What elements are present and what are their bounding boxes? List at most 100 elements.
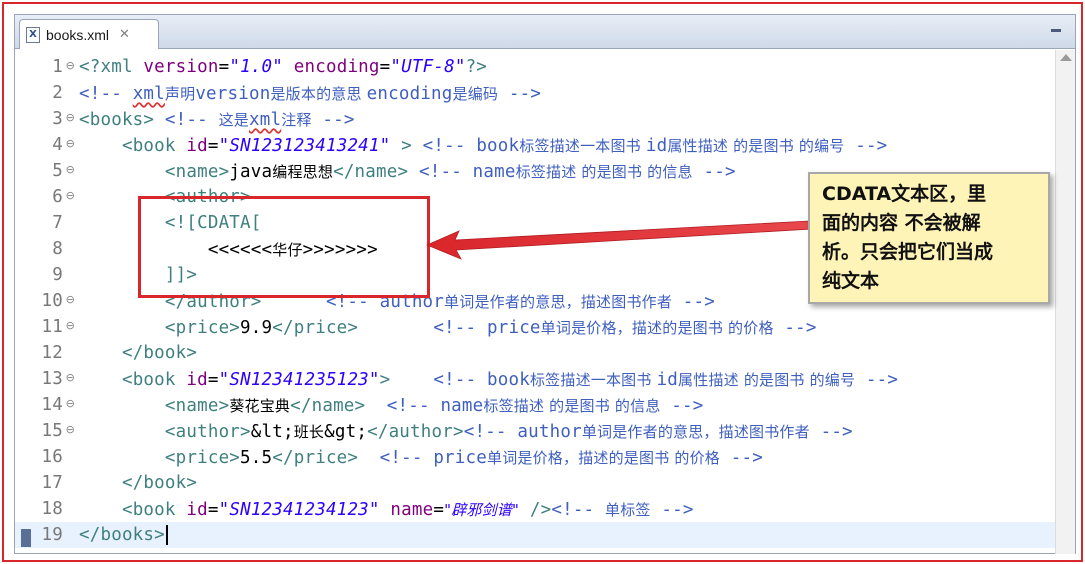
line-number: 19 bbox=[15, 525, 77, 547]
code-text: </book> bbox=[77, 473, 197, 493]
code-token: <!-- bbox=[164, 109, 219, 130]
fold-toggle-icon[interactable]: ⊖ bbox=[66, 371, 75, 384]
code-line[interactable]: 17 </book> bbox=[15, 470, 1055, 496]
code-text: <author>&lt;班长&gt;</author><!-- author单词… bbox=[77, 421, 853, 442]
code-token: 单词是价格，描述的是图书 的价格 bbox=[487, 448, 720, 467]
code-text: <price>9.9</price> <!-- price单词是价格，描述的是图… bbox=[77, 317, 817, 338]
code-token: <!-- name bbox=[386, 395, 484, 416]
code-line[interactable]: 1 ⊖ <?xml version="1.0" encoding="UTF-8"?> bbox=[15, 54, 1055, 80]
tab-books-xml[interactable]: X books.xml ✕ bbox=[19, 19, 159, 49]
code-line[interactable]: 12 </book> bbox=[15, 340, 1055, 366]
code-line[interactable]: 14 ⊖ <name>葵花宝典</name> <!-- name标签描述 的是图书… bbox=[15, 392, 1055, 418]
code-token: <book bbox=[121, 499, 187, 520]
xml-file-icon: X bbox=[26, 26, 40, 43]
tab-label: books.xml bbox=[46, 26, 110, 43]
code-token: ?> bbox=[465, 57, 488, 77]
code-token: = bbox=[379, 57, 391, 77]
code-text: </book> bbox=[77, 343, 197, 363]
line-number-text: 15 bbox=[41, 421, 63, 441]
code-line[interactable]: 2 <!-- xml声明version是版本的意思 encoding是编码 --> bbox=[15, 80, 1055, 106]
code-line[interactable]: 18 <book id="SN12341234123" name="辟邪剑谱" … bbox=[15, 496, 1055, 522]
code-token: > bbox=[401, 135, 412, 156]
code-token: --> bbox=[692, 161, 736, 182]
code-text: <price>5.5</price> <!-- price单词是价格，描述的是图… bbox=[77, 447, 763, 468]
code-token: 标签描述 的是图书 的信息 bbox=[483, 396, 661, 415]
code-text: <name>java编程思想</name> <!-- name标签描述 的是图书… bbox=[77, 161, 736, 182]
code-token: </name> bbox=[333, 161, 409, 182]
line-number-text: 7 bbox=[52, 213, 63, 233]
fold-toggle-icon[interactable]: ⊖ bbox=[66, 59, 75, 72]
fold-toggle-icon[interactable]: ⊖ bbox=[66, 293, 75, 306]
code-token: = bbox=[218, 57, 230, 77]
code-line[interactable]: 15 ⊖ <author>&lt;班长&gt;</author><!-- auth… bbox=[15, 418, 1055, 444]
code-token: 这是 bbox=[218, 110, 249, 129]
code-token: <book bbox=[121, 135, 187, 156]
line-number-text: 1 bbox=[52, 57, 63, 77]
code-line[interactable]: 4 ⊖ <book id="SN123123413241" > <!-- book… bbox=[15, 132, 1055, 158]
fold-toggle-icon[interactable]: ⊖ bbox=[66, 111, 75, 124]
code-token: <!-- price bbox=[379, 447, 487, 468]
fold-toggle-icon[interactable]: ⊖ bbox=[66, 319, 75, 332]
close-tab-icon[interactable]: ✕ bbox=[119, 27, 130, 42]
code-token: <author> bbox=[164, 421, 251, 442]
code-token: id bbox=[186, 135, 208, 156]
code-token: 注释 bbox=[281, 110, 312, 129]
fold-toggle-icon[interactable]: ⊖ bbox=[66, 423, 75, 436]
code-line[interactable]: 19 </books> bbox=[15, 522, 1055, 548]
line-number: 3 ⊖ bbox=[15, 109, 77, 129]
text-caret bbox=[165, 525, 168, 545]
code-token: encoding bbox=[366, 83, 453, 104]
code-text: <book id="SN123123413241" > <!-- book标签描… bbox=[77, 135, 887, 156]
vertical-scrollbar[interactable] bbox=[1055, 50, 1075, 554]
code-token: <price> bbox=[164, 317, 241, 338]
code-token: <!-- author bbox=[463, 421, 582, 442]
fold-toggle-icon[interactable]: ⊖ bbox=[66, 137, 75, 150]
code-token: = bbox=[207, 499, 219, 520]
code-token: 单词是作者的意思，描述图书作者 bbox=[444, 292, 673, 311]
code-token: <!-- price bbox=[433, 317, 541, 338]
line-number: 18 bbox=[15, 499, 77, 519]
code-token: = bbox=[207, 369, 219, 390]
code-token: version bbox=[195, 83, 271, 104]
line-number: 13 ⊖ bbox=[15, 369, 77, 389]
line-number: 9 bbox=[15, 265, 77, 285]
code-token: java bbox=[229, 161, 273, 182]
arrow-shape bbox=[425, 220, 813, 260]
code-token: <?xml bbox=[79, 57, 144, 77]
code-line[interactable]: 11 ⊖ <price>9.9</price> <!-- price单词是价格，描… bbox=[15, 314, 1055, 340]
line-number: 1 ⊖ bbox=[15, 57, 77, 77]
code-token: "SN123123413241" bbox=[218, 135, 391, 156]
scroll-up-arrow-icon[interactable] bbox=[1060, 54, 1072, 61]
code-token: <price> bbox=[164, 447, 241, 468]
fold-toggle-icon[interactable]: ⊖ bbox=[66, 397, 75, 410]
code-line[interactable]: 16 <price>5.5</price> <!-- price单词是价格，描述… bbox=[15, 444, 1055, 470]
fold-toggle-icon[interactable]: ⊖ bbox=[66, 163, 75, 176]
code-token: <book bbox=[121, 369, 187, 390]
fold-toggle-icon[interactable]: ⊖ bbox=[66, 189, 75, 202]
code-token: = bbox=[433, 499, 445, 520]
code-token: "SN12341234123" bbox=[218, 499, 380, 520]
code-token: 班长 bbox=[293, 422, 325, 441]
code-token: xml bbox=[249, 109, 282, 130]
code-token: "辟邪剑谱" bbox=[444, 500, 520, 519]
code-line[interactable]: 3 ⊖ <books> <!-- 这是xml注释 --> bbox=[15, 106, 1055, 132]
code-token: 葵花宝典 bbox=[229, 396, 291, 415]
code-token: --> bbox=[844, 135, 888, 156]
code-token: <!-- bbox=[79, 83, 133, 104]
minimize-button[interactable] bbox=[1047, 23, 1065, 37]
code-line[interactable]: 13 ⊖ <book id="SN12341235123"> <!-- book标… bbox=[15, 366, 1055, 392]
line-number: 11 ⊖ bbox=[15, 317, 77, 337]
code-token: --> bbox=[855, 369, 899, 390]
code-token: <name> bbox=[164, 161, 230, 182]
